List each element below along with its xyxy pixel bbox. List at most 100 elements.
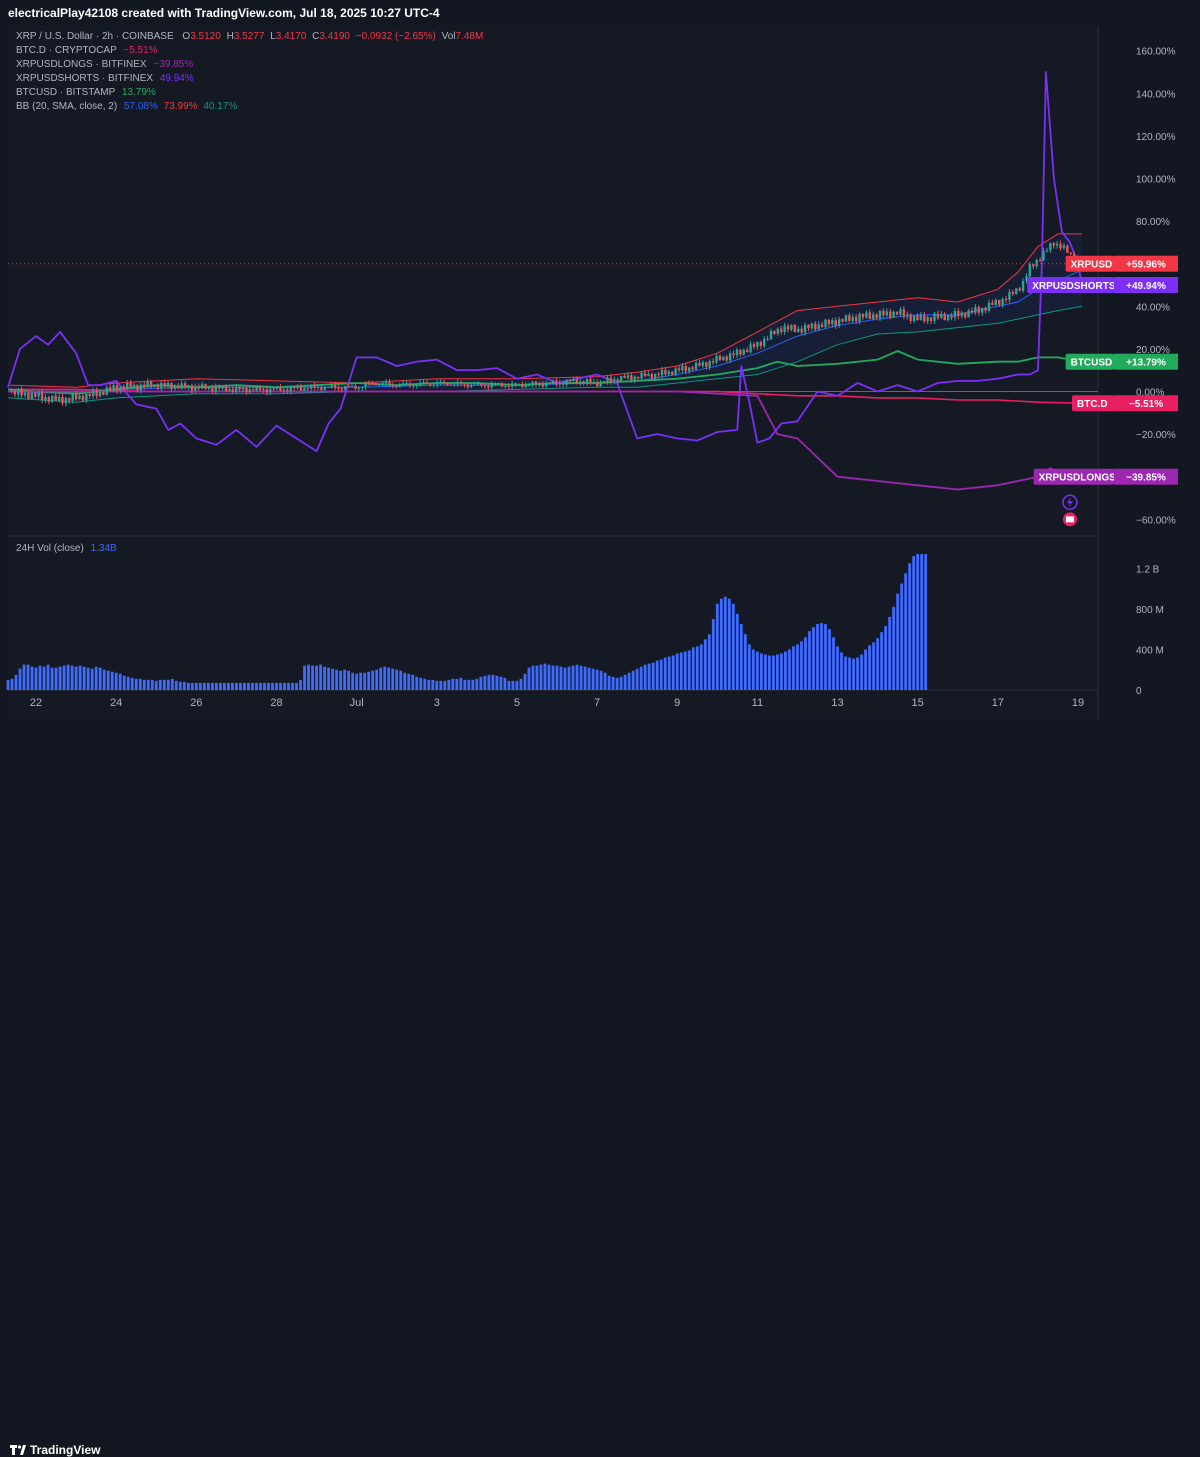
volume-bar (467, 679, 471, 690)
volume-bar (118, 673, 122, 690)
volume-bar (475, 678, 479, 690)
xrp-candle (759, 341, 762, 346)
xrp-candle (984, 307, 987, 311)
xrp-candle (466, 384, 470, 387)
xrp-candle (95, 390, 98, 396)
volume-bar (499, 676, 503, 690)
volume-bar (6, 679, 10, 690)
xrp-candle (926, 317, 929, 322)
xrp-candle (439, 381, 442, 383)
volume-bar (651, 662, 655, 690)
longs-legend[interactable]: XRPUSDLONGS · BITFINEX −39.85% (16, 59, 193, 70)
xrp-candle (745, 349, 749, 353)
volume-bar (206, 682, 210, 690)
xrp-candle (953, 311, 957, 318)
xrp-candle (88, 393, 91, 397)
xrp-candle (323, 387, 326, 390)
time-axis-tick-label: 13 (831, 697, 843, 709)
volume-bar (259, 682, 262, 690)
xrp-candle (490, 384, 493, 388)
btcusd-legend-title: BTCUSD · BITSTAMP (16, 87, 116, 98)
price-axis-tick-label: −60.00% (1136, 515, 1176, 526)
volume-bar (876, 638, 879, 690)
volume-bar (763, 654, 767, 690)
volume-bar (868, 645, 871, 690)
xrp-candle (64, 397, 68, 404)
price-tag-xrpusdlongs[interactable]: XRPUSDLONGS −39.85% (1033, 468, 1178, 485)
tradingview-brand[interactable]: TradingView (30, 1443, 100, 1457)
xrp-candle (228, 389, 231, 392)
xrp-candle (398, 384, 401, 387)
volume-bar (399, 670, 403, 690)
volume-bar (58, 666, 62, 690)
main-series-legend[interactable]: XRP / U.S. Dollar · 2h · COINBASE O3.512… (16, 31, 483, 42)
price-tag-btcd[interactable]: BTC.D −5.51% (1072, 395, 1178, 412)
xrp-candle (37, 392, 40, 397)
xrp-candle (562, 383, 565, 385)
xrp-candle (1001, 298, 1004, 305)
xrp-candle (10, 390, 13, 392)
xrp-candle (534, 381, 538, 385)
volume-bar (287, 682, 290, 690)
volume-bar (166, 679, 170, 690)
volume-bar (367, 671, 371, 690)
xrp-candle (401, 383, 405, 385)
bb-upper-value: 73.99% (163, 101, 198, 112)
xrp-candle (252, 389, 255, 391)
volume-bar (463, 679, 467, 690)
price-tag-xrpusdshorts[interactable]: XRPUSDSHORTS +49.94% (1027, 277, 1178, 293)
volume-bar (491, 674, 495, 690)
xrp-candle (752, 344, 756, 347)
xrp-candle (977, 307, 980, 313)
volume-bar (243, 682, 246, 690)
volume-bar (896, 593, 900, 690)
xrp-candle (572, 379, 575, 382)
volume-bar (567, 666, 571, 690)
btcusd-legend[interactable]: BTCUSD · BITSTAMP 13.79% (16, 87, 156, 98)
time-axis-tick-label: 11 (752, 697, 763, 709)
xrp-candle (800, 328, 803, 333)
bb-legend[interactable]: BB (20, SMA, close, 2) 57.08% 73.99% 40.… (16, 101, 237, 112)
xrp-candle (1032, 264, 1035, 267)
xrp-candle (718, 355, 722, 361)
volume-bar (675, 653, 679, 690)
xrp-candle (136, 384, 139, 390)
xrp-candle (248, 389, 252, 393)
xrp-candle (453, 384, 456, 386)
volume-bar (134, 678, 138, 690)
xrp-candle (412, 385, 415, 387)
volume-bar (335, 669, 339, 690)
xrp-candle (616, 379, 619, 382)
xrp-candle (1015, 288, 1018, 294)
xrp-candle (582, 381, 585, 383)
volume-bar (34, 667, 38, 690)
price-tag-xrpusd[interactable]: XRPUSD +59.96% (1065, 255, 1178, 272)
xrp-candle (579, 381, 582, 384)
tradingview-logo-icon[interactable] (10, 1443, 26, 1457)
volume-bar (359, 672, 363, 690)
xrp-candle (143, 384, 146, 387)
xrp-candle (633, 376, 636, 381)
xrp-candle (820, 324, 824, 328)
volume-bar (812, 627, 815, 690)
xrp-candle (548, 382, 551, 384)
xrp-candle (909, 314, 912, 321)
xrp-candle (395, 385, 398, 387)
volume-bar (279, 682, 282, 690)
xrp-candle (61, 396, 64, 404)
xrp-candle (831, 320, 834, 325)
volume-bar (579, 665, 583, 690)
xrp-candle (589, 378, 592, 383)
volume-pane-legend[interactable]: 24H Vol (close) 1.34B (16, 543, 117, 554)
xrp-candle (187, 385, 190, 388)
xrp-candle (551, 380, 555, 384)
shorts-legend[interactable]: XRPUSDSHORTS · BITFINEX 49.94% (16, 73, 194, 84)
xrp-candle (350, 385, 354, 387)
btcd-legend[interactable]: BTC.D · CRYPTOCAP −5.51% (16, 45, 158, 56)
xrp-candle (340, 388, 344, 390)
xrp-candle (374, 383, 378, 386)
xrp-candle (558, 383, 562, 385)
price-tag-name: BTC.D (1077, 399, 1108, 410)
volume-bar (435, 680, 439, 690)
price-tag-btcusd[interactable]: BTCUSD +13.79% (1065, 353, 1178, 370)
